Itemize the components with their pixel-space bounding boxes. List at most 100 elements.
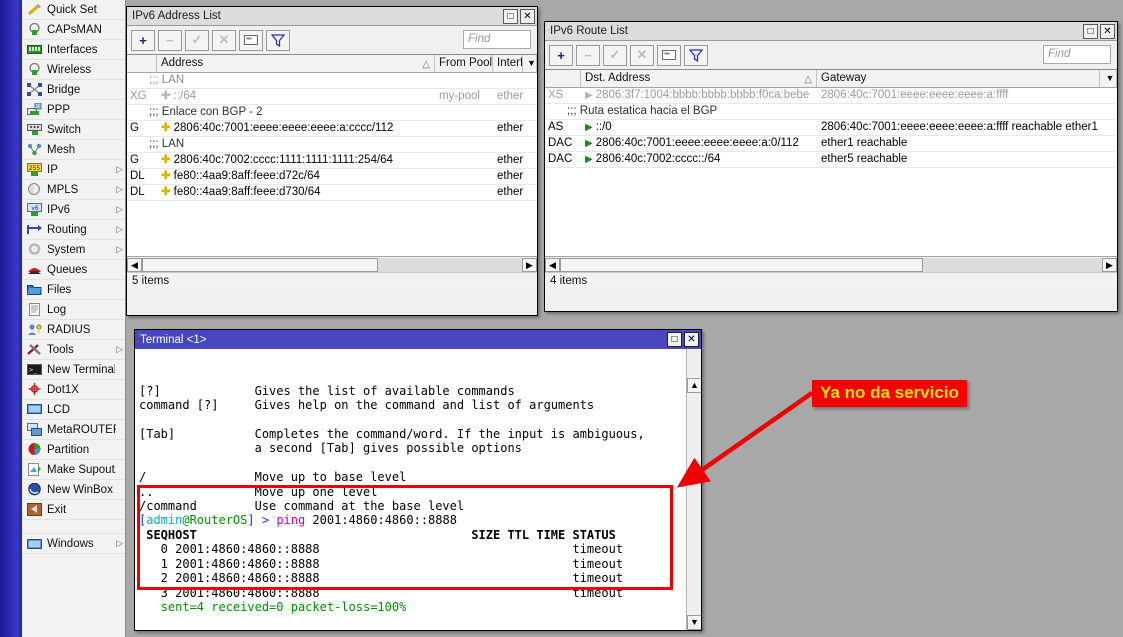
terminal-text: [?] Gives the list of available commands… [139, 384, 701, 630]
sidebar-item-label: New Terminal [47, 364, 115, 376]
row-gateway: 2806:40c:7001:eeee:eeee:eeee:a:ffff [817, 88, 1100, 103]
sidebar-item-capsman[interactable]: CAPsMAN [22, 20, 125, 40]
close-button[interactable]: ✕ [684, 332, 699, 347]
row-dst-text: 2806:40c:7001:eeee:eeee:eeee:a:0/112 [596, 137, 799, 149]
sidebar-item-mpls[interactable]: MPLS▷ [22, 180, 125, 200]
table-row[interactable]: XS▶2806:3f7:1004:bbbb:bbbb:bbbb:f0ca:beb… [545, 88, 1117, 104]
table-row[interactable]: AS▶::/02806:40c:7001:eeee:eeee:eeee:a:ff… [545, 120, 1117, 136]
sidebar-item-files[interactable]: Files [22, 280, 125, 300]
column-from-pool[interactable]: From Pool [435, 55, 493, 72]
sidebar-item-queues[interactable]: Queues [22, 260, 125, 280]
sidebar-item-make-supout-rif[interactable]: Make Supout.rif [22, 460, 125, 480]
add-button[interactable]: + [131, 30, 155, 51]
table-row[interactable]: DAC▶2806:40c:7001:eeee:eeee:eeee:a:0/112… [545, 136, 1117, 152]
column-interface[interactable]: Interf [493, 55, 523, 72]
window-titlebar[interactable]: Terminal <1> □ ✕ [135, 330, 701, 349]
comment-row[interactable]: ;;; LAN [127, 73, 537, 89]
sidebar-item-routing[interactable]: Routing▷ [22, 220, 125, 240]
table-row[interactable]: G✚2806:40c:7001:eeee:eeee:eeee:a:cccc/11… [127, 121, 537, 137]
find-input[interactable]: Find [1043, 45, 1111, 64]
maximize-button[interactable]: □ [1083, 24, 1098, 39]
comment-icon[interactable] [657, 45, 681, 66]
table-row[interactable]: G✚2806:40c:7002:cccc:1111:1111:1111:254/… [127, 153, 537, 169]
comment-icon[interactable] [239, 30, 263, 51]
sidebar-item-quick-set[interactable]: Quick Set [22, 0, 125, 20]
route-hscrollbar[interactable]: ◀ ▶ [545, 256, 1117, 272]
terminal-vscrollbar[interactable]: ▲ ▼ [686, 349, 701, 630]
sidebar-item-mesh[interactable]: Mesh [22, 140, 125, 160]
sidebar-item-partition[interactable]: Partition [22, 440, 125, 460]
sidebar-item-radius[interactable]: RADIUS [22, 320, 125, 340]
column-dst-address[interactable]: Dst. Address △ [581, 70, 817, 87]
terminal-output[interactable]: [?] Gives the list of available commands… [135, 349, 701, 630]
filter-icon[interactable] [684, 45, 708, 66]
hscroll-thumb[interactable] [142, 258, 378, 272]
column-menu-icon[interactable]: ▼ [1100, 70, 1117, 87]
scroll-left-icon[interactable]: ◀ [127, 258, 142, 272]
sidebar-item-ipv6[interactable]: v6IPv6▷ [22, 200, 125, 220]
table-row[interactable]: XG✚::/64my-poolether5 [127, 89, 537, 105]
sidebar-item-metarouter[interactable]: MetaROUTER [22, 420, 125, 440]
sidebar-item-new-terminal[interactable]: >_New Terminal [22, 360, 125, 380]
sidebar-item-switch[interactable]: Switch [22, 120, 125, 140]
sidebar-item-ip[interactable]: 255IP▷ [22, 160, 125, 180]
sidebar-item-bridge[interactable]: Bridge [22, 80, 125, 100]
enable-button[interactable]: ✓ [603, 45, 627, 66]
hscroll-track[interactable] [560, 258, 1102, 272]
sidebar-item-system[interactable]: System▷ [22, 240, 125, 260]
window-titlebar[interactable]: IPv6 Address List □ ✕ [127, 7, 537, 26]
table-row[interactable]: DL✚fe80::4aa9:8aff:feee:d72c/64ether1 [127, 169, 537, 185]
maximize-button[interactable]: □ [503, 9, 518, 24]
column-gateway[interactable]: Gateway [817, 70, 1100, 87]
column-address[interactable]: Address △ [157, 55, 435, 72]
hscroll-thumb[interactable] [560, 258, 923, 272]
route-marker-icon: ▶ [585, 138, 593, 149]
remove-button[interactable]: − [576, 45, 600, 66]
disable-button[interactable]: ✕ [212, 30, 236, 51]
table-row[interactable]: DAC▶2806:40c:7002:cccc::/64ether5 reacha… [545, 152, 1117, 168]
maximize-button[interactable]: □ [667, 332, 682, 347]
add-button[interactable]: + [549, 45, 573, 66]
scroll-right-icon[interactable]: ▶ [1102, 258, 1117, 272]
sidebar-item-tools[interactable]: Tools▷ [22, 340, 125, 360]
sidebar-item-label: Log [47, 304, 115, 316]
sidebar-item-ppp[interactable]: PPP [22, 100, 125, 120]
window-titlebar[interactable]: IPv6 Route List □ ✕ [545, 22, 1117, 41]
scroll-left-icon[interactable]: ◀ [545, 258, 560, 272]
dot1x-icon [26, 382, 43, 397]
sidebar-item-new-winbox[interactable]: New WinBox [22, 480, 125, 500]
comment-row[interactable]: ;;; LAN [127, 137, 537, 153]
sidebar-item-label: Dot1X [47, 384, 115, 396]
disable-button[interactable]: ✕ [630, 45, 654, 66]
row-address-text: fe80::4aa9:8aff:feee:d730/64 [174, 186, 321, 198]
column-flags[interactable] [545, 70, 581, 87]
sidebar-item-lcd[interactable]: LCD [22, 400, 125, 420]
remove-button[interactable]: − [158, 30, 182, 51]
comment-row[interactable]: ;;; Ruta estatica hacia el BGP [545, 104, 1117, 120]
sidebar-item-label: Mesh [47, 144, 115, 156]
filter-icon[interactable] [266, 30, 290, 51]
sidebar-item-interfaces[interactable]: Interfaces [22, 40, 125, 60]
find-input[interactable]: Find [463, 30, 531, 49]
sidebar-item-dot1x[interactable]: Dot1X [22, 380, 125, 400]
column-flags[interactable] [127, 55, 157, 72]
sidebar-item-log[interactable]: Log [22, 300, 125, 320]
sidebar-item-exit[interactable]: Exit [22, 500, 125, 520]
sidebar-item-wireless[interactable]: Wireless [22, 60, 125, 80]
hscroll-track[interactable] [142, 258, 522, 272]
enable-button[interactable]: ✓ [185, 30, 209, 51]
winbox-icon [26, 482, 43, 497]
row-address-text: fe80::4aa9:8aff:feee:d72c/64 [174, 170, 320, 182]
scroll-down-icon[interactable]: ▼ [687, 615, 701, 630]
column-menu-icon[interactable]: ▼ [523, 55, 537, 72]
main-menu-sidebar: Quick SetCAPsMANInterfacesWirelessBridge… [22, 0, 126, 637]
table-row[interactable]: DL✚fe80::4aa9:8aff:feee:d730/64ether5 [127, 185, 537, 201]
close-button[interactable]: ✕ [1100, 24, 1115, 39]
scroll-up-icon[interactable]: ▲ [687, 378, 701, 393]
comment-row[interactable]: ;;; Enlace con BGP - 2 [127, 105, 537, 121]
close-button[interactable]: ✕ [520, 9, 535, 24]
scroll-right-icon[interactable]: ▶ [522, 258, 537, 272]
column-dst-address-label: Dst. Address [585, 72, 650, 84]
sidebar-item-windows[interactable]: Windows ▷ [22, 534, 125, 554]
address-hscrollbar[interactable]: ◀ ▶ [127, 256, 537, 272]
